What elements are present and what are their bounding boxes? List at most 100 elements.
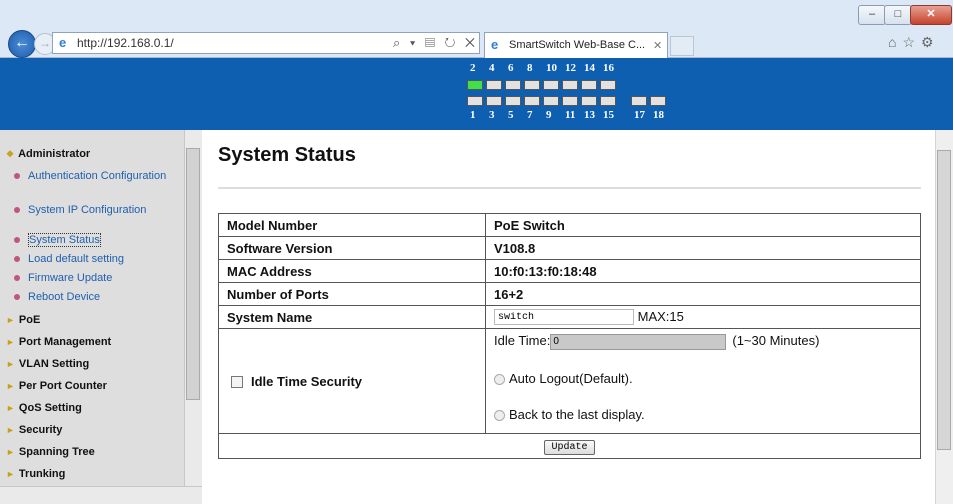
port-label-5: 5 (508, 109, 514, 121)
new-tab-button[interactable] (670, 36, 694, 56)
port-label-2: 2 (470, 62, 476, 74)
sidebar-section-security[interactable]: ► Security (6, 424, 62, 436)
row-label: MAC Address (218, 259, 486, 283)
close-tab-icon[interactable]: ✕ (653, 39, 662, 52)
close-window-button[interactable]: ✕ (910, 5, 952, 25)
sidebar-section-poe[interactable]: ► PoE (6, 314, 40, 326)
port-label-3: 3 (489, 109, 495, 121)
sidebar-item-load-default[interactable]: Load default setting (14, 253, 124, 266)
auto-logout-radio[interactable] (494, 374, 505, 386)
folder-icon: ► (6, 337, 15, 347)
port-label-17: 17 (634, 109, 645, 121)
port-label-15: 15 (603, 109, 614, 121)
sidebar-section-vlan[interactable]: ► VLAN Setting (6, 358, 89, 370)
forward-arrow-icon: → (39, 36, 51, 50)
port-label-18: 18 (653, 109, 664, 121)
folder-icon: ► (6, 403, 15, 413)
folder-icon: ► (6, 359, 15, 369)
port-1[interactable] (467, 96, 483, 106)
sidebar-horizontal-scrollbar[interactable] (0, 486, 202, 504)
sidebar-item-system-ip[interactable]: System IP Configuration (14, 204, 148, 217)
sidebar-section-per-port-counter[interactable]: ► Per Port Counter (6, 380, 107, 392)
row-label: Number of Ports (218, 282, 486, 306)
sidebar-section-qos[interactable]: ► QoS Setting (6, 402, 82, 414)
port-16[interactable] (600, 80, 616, 90)
address-url[interactable]: http://192.168.0.1/ (77, 36, 174, 50)
port-11[interactable] (562, 96, 578, 106)
system-name-label: System Name (218, 305, 486, 329)
idle-time-row: Idle Time: (1~30 Minutes) (494, 330, 912, 360)
port-4[interactable] (486, 80, 502, 90)
port-label-4: 4 (489, 62, 495, 74)
bullet-icon (14, 173, 20, 179)
port-13[interactable] (581, 96, 597, 106)
browser-tab[interactable]: e SmartSwitch Web-Base C... ✕ (484, 32, 668, 58)
sidebar-section-spanning-tree[interactable]: ► Spanning Tree (6, 446, 95, 458)
port-6[interactable] (505, 80, 521, 90)
table-row: Number of Ports 16+2 (218, 282, 921, 306)
bullet-icon (14, 207, 20, 213)
port-12[interactable] (562, 80, 578, 90)
idle-time-label: Idle Time: (494, 333, 551, 348)
sidebar-item-authentication[interactable]: Authentication Configuration (14, 170, 168, 183)
page-title: System Status (218, 144, 356, 166)
sidebar-section-port-management[interactable]: ► Port Management (6, 336, 111, 348)
port-7[interactable] (524, 96, 540, 106)
port-label-8: 8 (527, 62, 533, 74)
idle-time-input[interactable] (550, 333, 727, 350)
port-18[interactable] (650, 96, 666, 106)
port-label-16: 16 (603, 62, 614, 74)
switch-banner: 2 4 6 8 10 12 14 16 1 3 5 7 9 11 13 15 17 18 (0, 58, 953, 130)
row-value: 16+2 (485, 282, 921, 306)
sidebar-item-firmware-update[interactable]: Firmware Update (14, 272, 112, 285)
port-3[interactable] (486, 96, 502, 106)
port-2[interactable] (467, 80, 483, 90)
port-15[interactable] (600, 96, 616, 106)
minimize-button[interactable]: – (858, 5, 886, 25)
row-value: V108.8 (485, 236, 921, 260)
system-name-max: MAX:15 (637, 308, 684, 324)
port-17[interactable] (631, 96, 647, 106)
idle-security-label: Idle Time Security (251, 373, 363, 389)
back-last-option[interactable]: Back to the last display. (494, 398, 912, 432)
port-14[interactable] (581, 80, 597, 90)
auto-logout-option[interactable]: Auto Logout(Default). (494, 360, 912, 398)
port-label-13: 13 (584, 109, 595, 121)
row-label: Software Version (218, 236, 486, 260)
table-row: Model Number PoE Switch (218, 213, 921, 237)
back-button[interactable]: ← (8, 30, 36, 58)
bullet-icon (14, 294, 20, 300)
home-star-gear-icons[interactable]: ⌂☆⚙ (888, 34, 940, 51)
port-10[interactable] (543, 80, 559, 90)
port-5[interactable] (505, 96, 521, 106)
main-scroll-thumb[interactable] (937, 150, 951, 450)
port-label-7: 7 (527, 109, 533, 121)
sidebar-item-reboot[interactable]: Reboot Device (14, 291, 100, 304)
row-value: PoE Switch (485, 213, 921, 237)
sidebar-section-administrator[interactable]: ❖ Administrator (6, 148, 90, 160)
update-button[interactable]: Update (544, 440, 595, 455)
idle-security-checkbox[interactable] (231, 376, 243, 389)
folder-open-icon: ❖ (6, 149, 15, 159)
maximize-button[interactable]: □ (884, 5, 912, 25)
update-cell: Update (218, 433, 921, 459)
folder-icon: ► (6, 381, 15, 391)
back-last-radio[interactable] (494, 410, 505, 422)
folder-icon: ► (6, 425, 15, 435)
table-row: Idle Time Security Idle Time: (1~30 Minut… (218, 328, 921, 434)
address-tools[interactable]: ⌕ ▾ ▤ ↻ ✕ (393, 35, 478, 51)
port-9[interactable] (543, 96, 559, 106)
system-name-input[interactable] (494, 309, 634, 326)
port-label-1: 1 (470, 109, 476, 121)
port-label-12: 12 (565, 62, 576, 74)
sidebar-scroll-thumb[interactable] (186, 148, 200, 400)
tab-ie-icon: e (491, 37, 499, 52)
folder-icon: ► (6, 469, 15, 479)
sidebar-section-trunking[interactable]: ► Trunking (6, 468, 65, 480)
port-8[interactable] (524, 80, 540, 90)
folder-icon: ► (6, 315, 15, 325)
sidebar-item-system-status[interactable]: System Status (14, 233, 101, 247)
table-row: Update (218, 433, 921, 459)
address-bar[interactable]: e http://192.168.0.1/ ⌕ ▾ ▤ ↻ ✕ (52, 32, 480, 54)
port-label-11: 11 (565, 109, 576, 121)
